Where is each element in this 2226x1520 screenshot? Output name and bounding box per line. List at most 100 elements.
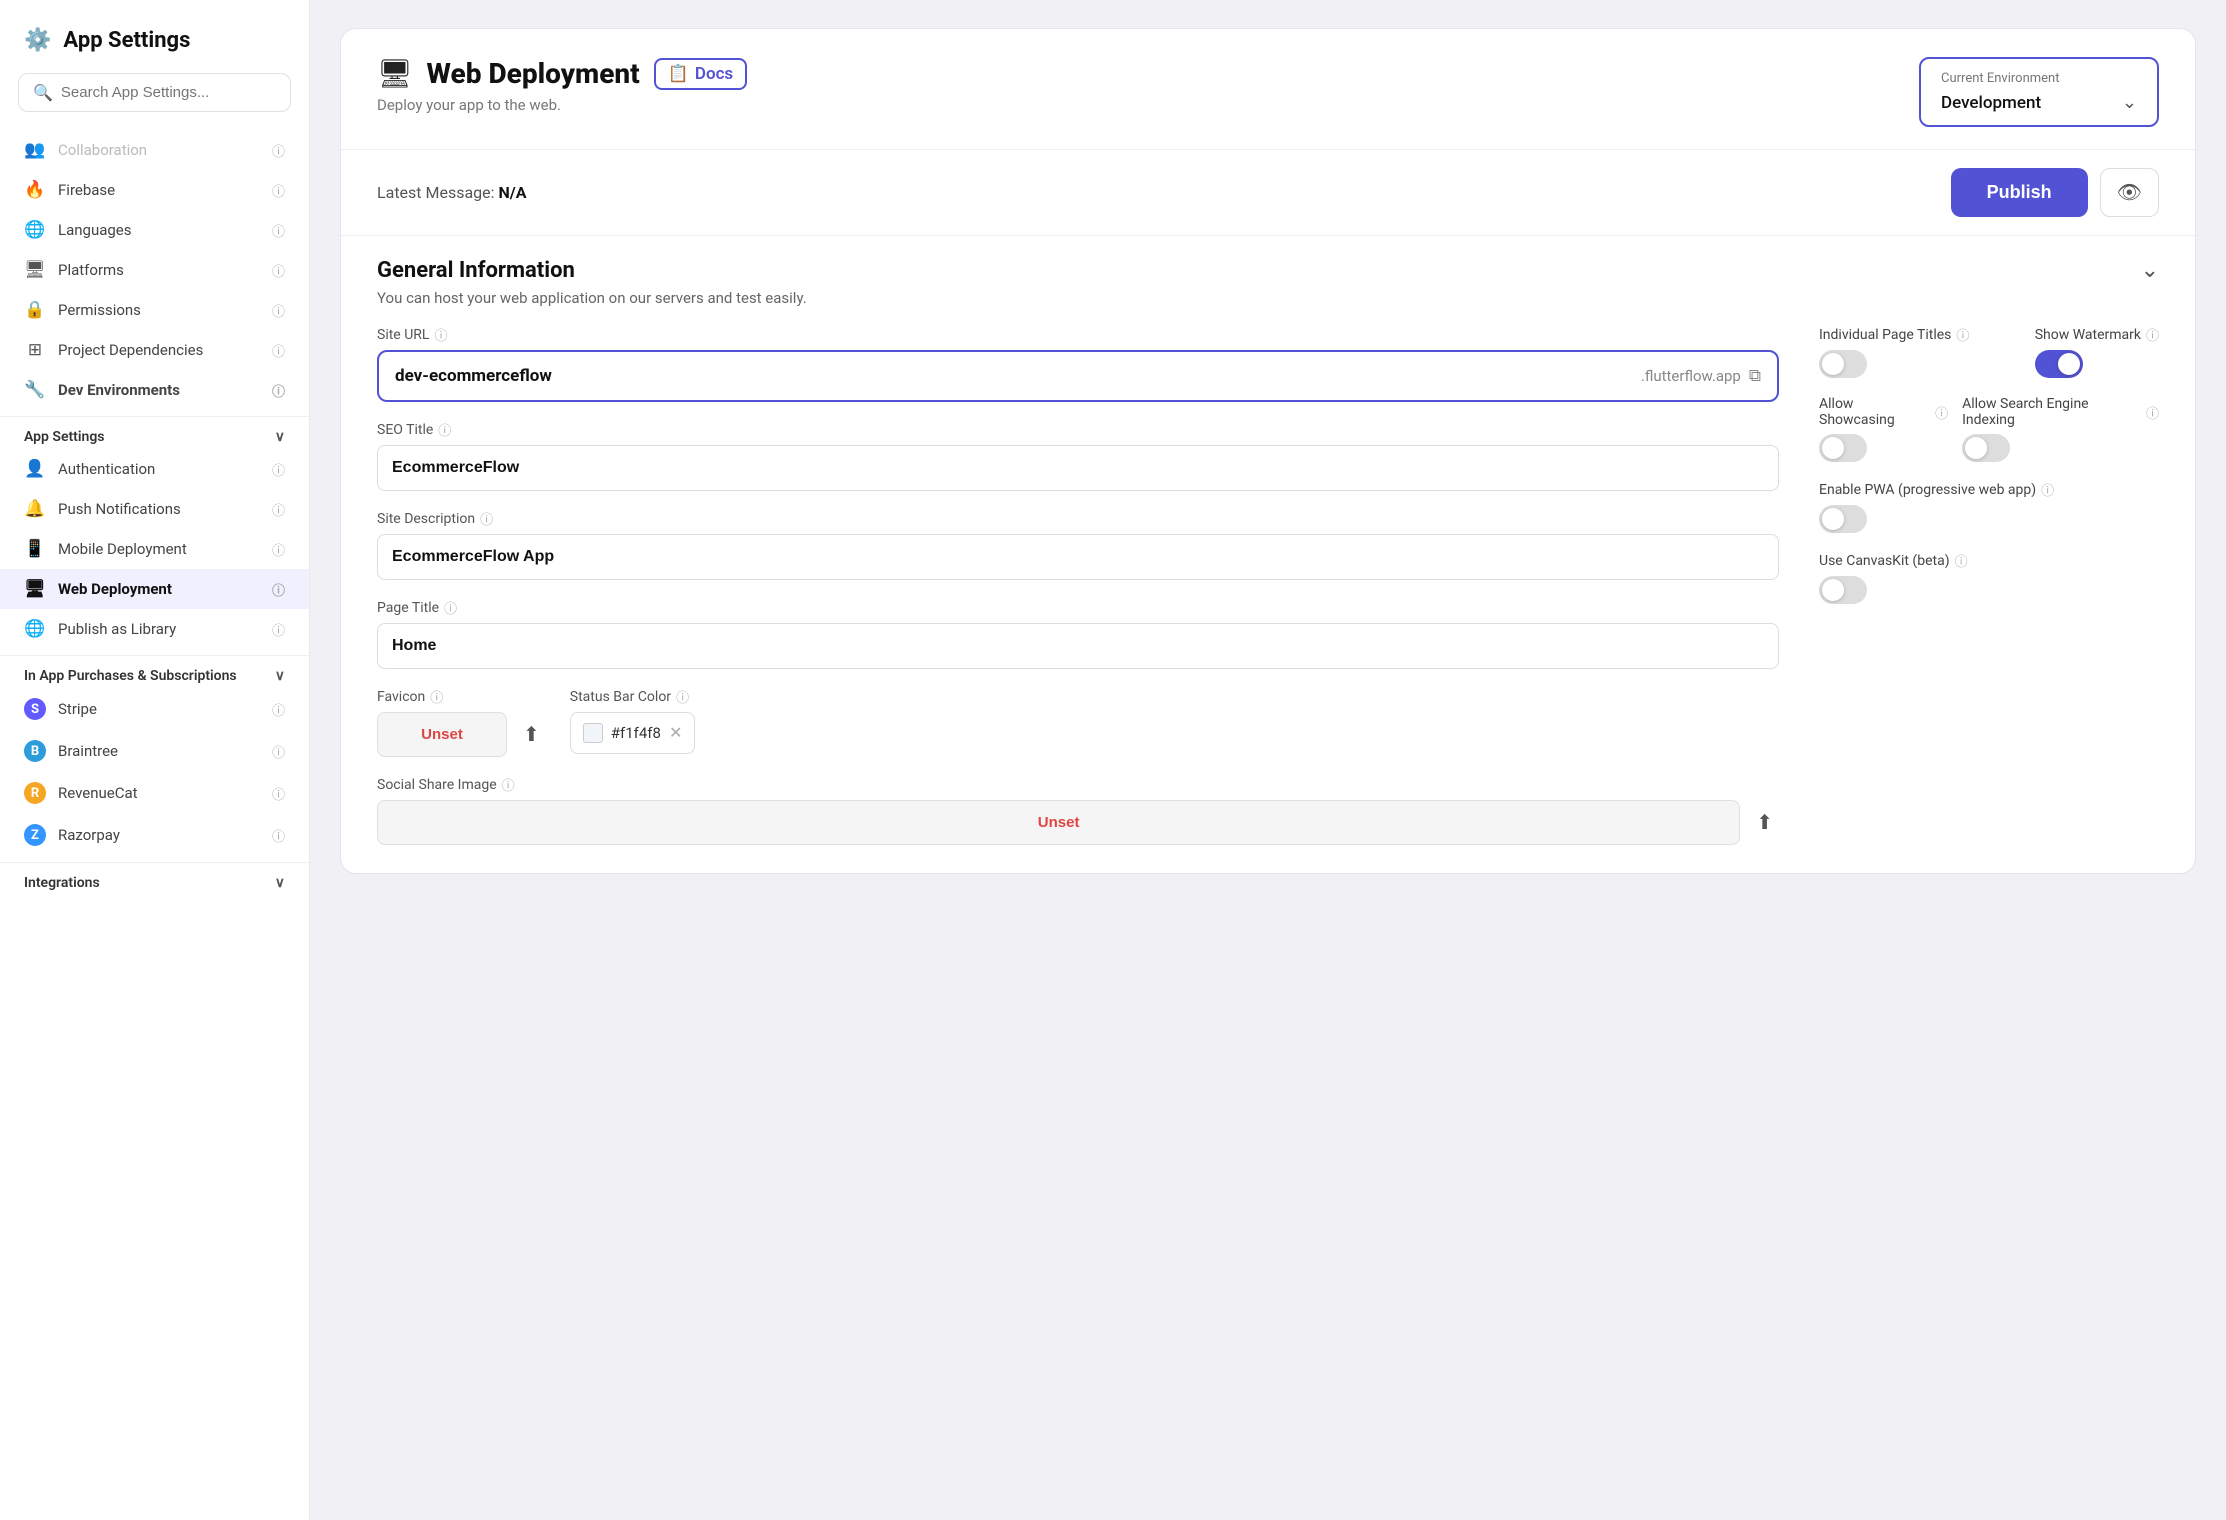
search-input[interactable] — [61, 84, 276, 101]
favicon-upload-button[interactable]: ⬆ — [517, 716, 546, 753]
general-info-header: General Information ⌄ — [341, 236, 2195, 289]
info-icon[interactable]: ⓘ — [430, 687, 443, 706]
sidebar-item-push-notifications[interactable]: 🔔 Push Notifications ⓘ — [0, 489, 309, 529]
sidebar-item-platforms[interactable]: 🖥 Platforms ⓘ — [0, 250, 309, 290]
env-select[interactable]: Development ⌄ — [1941, 92, 2137, 113]
section-description: You can host your web application on our… — [341, 289, 2195, 325]
favicon-row-container: Favicon ⓘ Unset ⬆ Status Bar Color — [377, 687, 1779, 757]
social-share-unset-button[interactable]: Unset — [377, 800, 1740, 845]
dev-env-icon: 🔧 — [24, 380, 46, 400]
toggle-thumb — [1822, 579, 1844, 601]
firebase-icon: 🔥 — [24, 180, 46, 200]
sidebar-item-web-deployment[interactable]: 🖥 Web Deployment ⓘ — [0, 569, 309, 609]
docs-icon: 📋 — [668, 64, 689, 84]
info-icon[interactable]: ⓘ — [1956, 325, 1969, 344]
toggle-thumb — [1822, 353, 1844, 375]
env-value: Development — [1941, 93, 2041, 113]
sidebar-item-languages[interactable]: 🌐 Languages ⓘ — [0, 210, 309, 250]
chevron-down-icon: ∨ — [275, 875, 285, 891]
razorpay-icon: Z — [24, 824, 46, 846]
info-icon[interactable]: ⓘ — [480, 509, 493, 528]
app-settings-section[interactable]: App Settings ∨ — [0, 423, 309, 449]
sidebar-item-collaboration[interactable]: 👥 Collaboration ⓘ — [0, 130, 309, 170]
stripe-icon: S — [24, 698, 46, 720]
site-url-value: dev-ecommerceflow — [395, 366, 552, 386]
info-icon[interactable]: ⓘ — [502, 775, 515, 794]
sidebar-item-label: Firebase — [58, 181, 115, 199]
sidebar-item-razorpay[interactable]: Z Razorpay ⓘ — [0, 814, 309, 856]
integrations-section[interactable]: Integrations ∨ — [0, 869, 309, 895]
publish-bar: Latest Message: N/A Publish 👁 — [341, 150, 2195, 236]
allow-showcasing-toggle[interactable] — [1819, 434, 1867, 462]
in-app-section[interactable]: In App Purchases & Subscriptions ∨ — [0, 662, 309, 688]
show-watermark-label: Show Watermark ⓘ — [2035, 325, 2159, 344]
favicon-unset-button[interactable]: Unset — [377, 712, 507, 757]
sidebar-item-firebase[interactable]: 🔥 Firebase ⓘ — [0, 170, 309, 210]
docs-link[interactable]: 📋 Docs — [654, 58, 747, 90]
info-icon: ⓘ — [272, 181, 285, 200]
info-icon[interactable]: ⓘ — [2146, 325, 2159, 344]
sidebar-item-label: Razorpay — [58, 826, 120, 844]
sidebar-item-label: Platforms — [58, 261, 124, 279]
enable-pwa-toggle[interactable] — [1819, 505, 1867, 533]
info-icon[interactable]: ⓘ — [2041, 480, 2054, 499]
latest-message-value: N/A — [498, 183, 526, 202]
page-title-field-label: Page Title ⓘ — [377, 598, 1779, 617]
site-url-box[interactable]: dev-ecommerceflow .flutterflow.app ⧉ — [377, 350, 1779, 402]
info-icon[interactable]: ⓘ — [438, 420, 451, 439]
info-icon[interactable]: ⓘ — [434, 325, 447, 344]
top-section: 🖥 Web Deployment 📋 Docs Deploy your app … — [341, 29, 2195, 150]
info-icon[interactable]: ⓘ — [444, 598, 457, 617]
info-icon[interactable]: ⓘ — [1955, 551, 1968, 570]
sidebar-item-mobile-deployment[interactable]: 📱 Mobile Deployment ⓘ — [0, 529, 309, 569]
info-icon[interactable]: ⓘ — [676, 687, 689, 706]
use-canvaskit-toggle[interactable] — [1819, 576, 1867, 604]
individual-page-titles-toggle[interactable] — [1819, 350, 1867, 378]
seo-title-input[interactable] — [377, 445, 1779, 491]
enable-pwa-label: Enable PWA (progressive web app) ⓘ — [1819, 480, 2159, 499]
sidebar-item-stripe[interactable]: S Stripe ⓘ — [0, 688, 309, 730]
preview-button[interactable]: 👁 — [2100, 168, 2159, 217]
allow-search-engine-toggle[interactable] — [1962, 434, 2010, 462]
environment-box[interactable]: Current Environment Development ⌄ — [1919, 57, 2159, 127]
main-content: 🖥 Web Deployment 📋 Docs Deploy your app … — [310, 0, 2226, 1520]
sidebar-item-permissions[interactable]: 🔒 Permissions ⓘ — [0, 290, 309, 330]
clear-color-button[interactable]: ✕ — [669, 723, 682, 743]
section-label-text: In App Purchases & Subscriptions — [24, 668, 237, 684]
sidebar-item-label: Braintree — [58, 742, 118, 760]
settings-icon: ⚙️ — [24, 28, 51, 53]
docs-label: Docs — [695, 64, 733, 84]
section-title: General Information — [377, 258, 575, 283]
site-description-input[interactable] — [377, 534, 1779, 580]
section-label-text: Integrations — [24, 875, 100, 891]
info-icon[interactable]: ⓘ — [1935, 403, 1948, 422]
toggle-track — [2035, 350, 2083, 378]
web-deployment-page-icon: 🖥 — [377, 57, 413, 90]
sidebar-item-revenuecat[interactable]: R RevenueCat ⓘ — [0, 772, 309, 814]
use-canvaskit-field: Use CanvasKit (beta) ⓘ — [1819, 551, 2159, 604]
copy-icon[interactable]: ⧉ — [1749, 366, 1761, 386]
sidebar-item-braintree[interactable]: B Braintree ⓘ — [0, 730, 309, 772]
info-icon: ⓘ — [272, 261, 285, 280]
info-icon[interactable]: ⓘ — [2146, 403, 2159, 422]
favicon-field: Favicon ⓘ Unset ⬆ — [377, 687, 546, 757]
info-icon: ⓘ — [272, 784, 285, 803]
sidebar-item-dev-environments[interactable]: 🔧 Dev Environments ⓘ — [0, 370, 309, 410]
sidebar-item-label: Dev Environments — [58, 381, 180, 399]
show-watermark-toggle[interactable] — [2035, 350, 2083, 378]
page-title-row: 🖥 Web Deployment 📋 Docs — [377, 57, 747, 90]
publish-button[interactable]: Publish — [1951, 168, 2088, 217]
social-share-upload-button[interactable]: ⬆ — [1750, 804, 1779, 841]
sidebar-item-publish-as-library[interactable]: 🌐 Publish as Library ⓘ — [0, 609, 309, 649]
toggle-thumb — [1822, 508, 1844, 530]
section-collapse-icon[interactable]: ⌄ — [2141, 258, 2159, 283]
toggle-track — [1819, 434, 1867, 462]
search-box[interactable]: 🔍 — [18, 73, 291, 112]
use-canvaskit-label: Use CanvasKit (beta) ⓘ — [1819, 551, 2159, 570]
sidebar-item-authentication[interactable]: 👤 Authentication ⓘ — [0, 449, 309, 489]
status-bar-row[interactable]: #f1f4f8 ✕ — [570, 712, 696, 754]
sidebar-item-project-deps[interactable]: ⊞ Project Dependencies ⓘ — [0, 330, 309, 370]
sidebar-title: App Settings — [63, 28, 190, 53]
page-title-input[interactable] — [377, 623, 1779, 669]
info-icon: ⓘ — [272, 221, 285, 240]
